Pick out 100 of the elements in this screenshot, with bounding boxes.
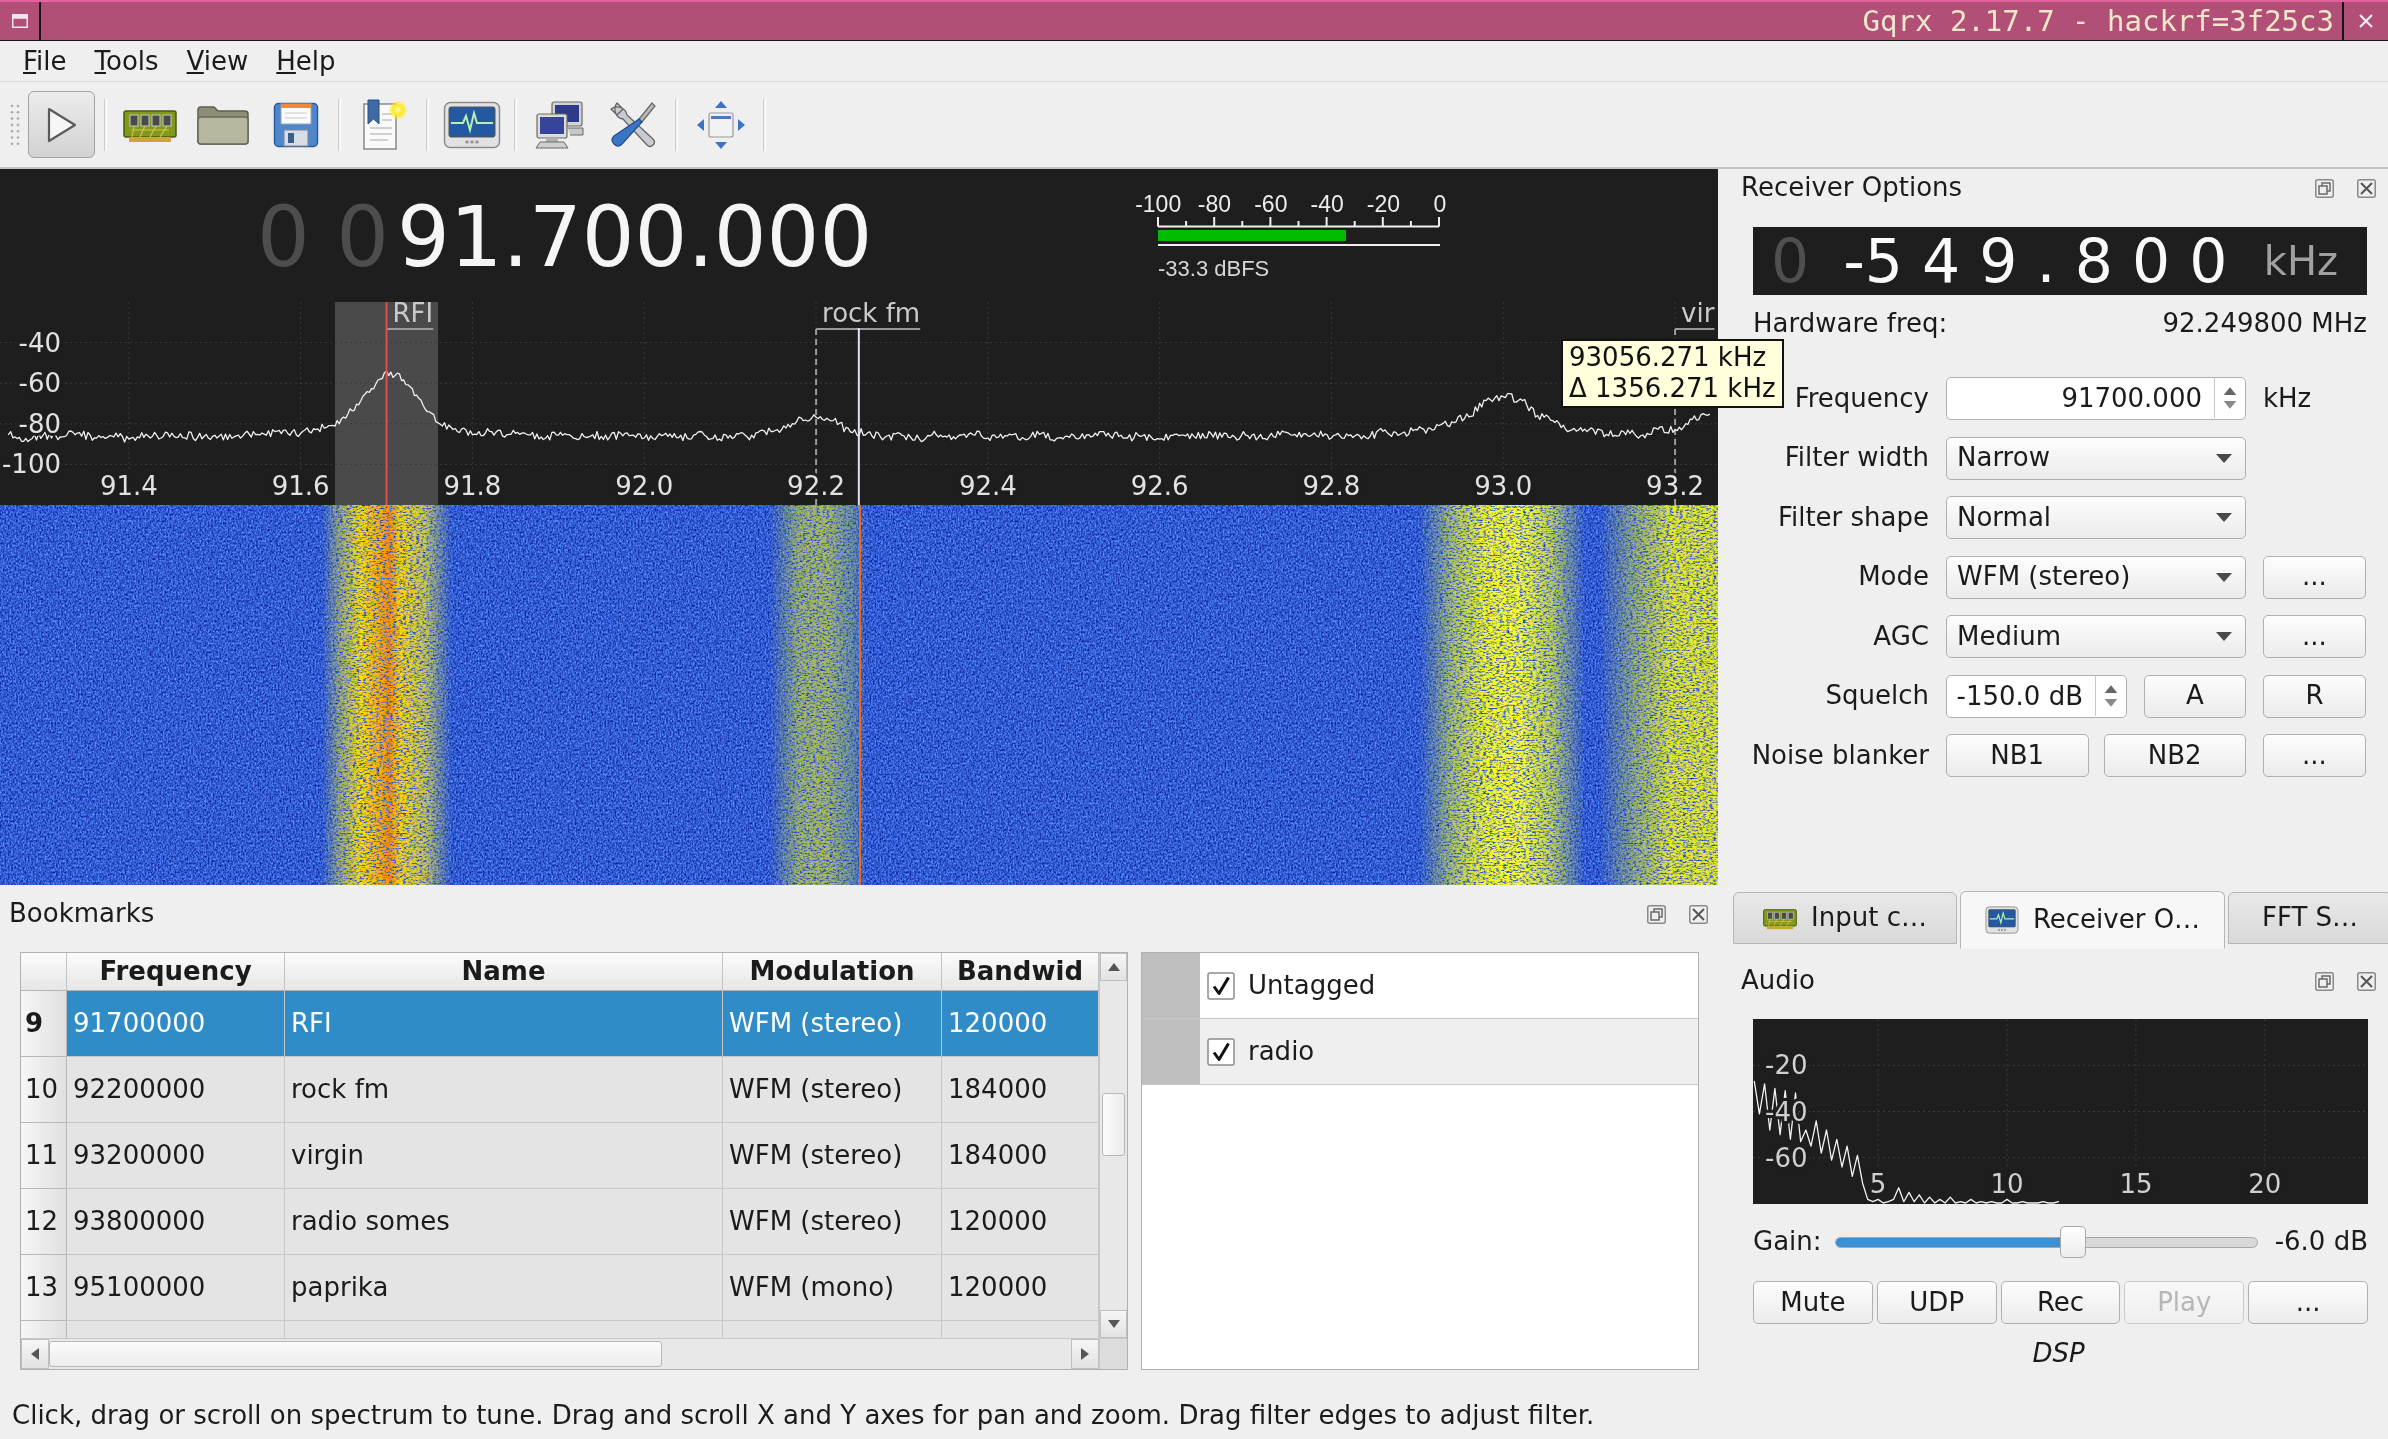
bookmark-label[interactable]: RFI [392, 302, 434, 328]
dock-title: Receiver Options [1741, 172, 1963, 204]
dropdown[interactable]: Medium [1946, 615, 2246, 658]
dropdown[interactable]: Normal [1946, 496, 2246, 539]
menu-item[interactable]: Tools [80, 43, 173, 79]
table-cell: paprika [285, 1255, 723, 1321]
caret-icon [2216, 572, 2232, 582]
table-row[interactable]: 93200000 virgin WFM (stereo) 184000 [67, 1123, 1099, 1189]
field-label: Filter width [1783, 442, 1929, 474]
column-header[interactable]: Bandwid [942, 953, 1099, 991]
field-label: Squelch [1824, 680, 1929, 712]
push-button[interactable]: NB2 [2103, 734, 2246, 777]
field-label: Filter shape [1776, 501, 1929, 534]
offset-digits[interactable]: -5 4 9 . 8 0 0 [1843, 231, 2228, 291]
table-row[interactable]: 91700000 RFI WFM (stereo) 120000 [67, 991, 1099, 1057]
scroll-left-icon[interactable] [30, 1347, 40, 1361]
monitor-waveform-icon [1984, 906, 2019, 934]
table-row[interactable]: 93800000 radio somes WFM (stereo) 120000 [67, 1189, 1099, 1255]
push-button[interactable]: UDP [1876, 1281, 1997, 1324]
play-button[interactable] [28, 91, 95, 158]
menu-item[interactable]: Help [262, 43, 350, 79]
push-button[interactable]: NB1 [1946, 734, 2089, 777]
dock-tab[interactable]: Input c… [1733, 892, 1957, 944]
row-header[interactable]: 11 [21, 1123, 67, 1189]
scroll-right-icon[interactable] [1080, 1347, 1090, 1361]
field-label: Noise blanker [1751, 739, 1929, 772]
scale-label: -80 [1196, 193, 1233, 215]
filter-band[interactable] [335, 302, 439, 505]
table-row[interactable]: 95100000 paprika WFM (mono) 120000 [67, 1255, 1099, 1321]
close-icon[interactable] [2357, 178, 2376, 198]
scale-label: -40 [1309, 193, 1345, 215]
dock-tab[interactable]: FFT S… [2228, 892, 2388, 944]
row-header[interactable]: 13 [21, 1255, 67, 1321]
axis-label: 10 [1990, 1169, 2024, 1199]
scroll-down-icon[interactable] [1106, 1319, 1121, 1329]
dropdown[interactable]: Narrow [1946, 436, 2246, 480]
spin-box[interactable]: 91700.000 [1946, 377, 2246, 420]
axis-label: 92.6 [1130, 471, 1189, 501]
column-header[interactable]: Modulation [723, 953, 942, 991]
scale-label: 0 [1432, 193, 1448, 215]
close-icon [2359, 14, 2373, 28]
axis-label: 92.2 [787, 471, 845, 501]
row-header[interactable]: 12 [21, 1189, 67, 1255]
dock-title: Bookmarks [9, 898, 155, 930]
bookmark-label[interactable]: vir [1681, 302, 1715, 328]
scale-label: -60 [1253, 193, 1289, 215]
menu-item[interactable]: View [172, 43, 263, 79]
dropdown[interactable]: WFM (stereo) [1946, 555, 2246, 599]
push-button[interactable]: Rec [2000, 1281, 2121, 1324]
axis-label: -60 [18, 368, 61, 399]
checkbox[interactable] [1207, 971, 1235, 1000]
restore-icon[interactable] [1647, 904, 1666, 924]
vertical-scrollbar[interactable] [1099, 953, 1127, 1338]
close-icon[interactable] [1689, 904, 1708, 924]
axis-label: 5 [1869, 1169, 1887, 1199]
scrollbar-handle[interactable] [49, 1341, 662, 1367]
push-button[interactable]: ... [2263, 734, 2366, 777]
axis-label: -80 [18, 408, 61, 439]
bookmark-label[interactable]: rock fm [822, 302, 921, 328]
window-icon [11, 14, 28, 28]
circuit-board-icon [1763, 906, 1798, 930]
monitor-waveform-icon [442, 100, 501, 149]
caret-icon [2216, 632, 2232, 641]
column-header[interactable]: Frequency [67, 953, 285, 991]
push-button[interactable]: R [2263, 674, 2366, 718]
table-row[interactable]: 92200000 rock fm WFM (stereo) 184000 [67, 1057, 1099, 1123]
scroll-up-icon[interactable] [1106, 962, 1121, 972]
bookmark-marker[interactable] [385, 328, 435, 330]
field-label: AGC [1872, 620, 1929, 653]
tag-label: radio [1248, 1035, 1315, 1068]
horizontal-scrollbar[interactable] [21, 1338, 1099, 1369]
status-text: Click, drag or scroll on spectrum to tune. Drag and scroll X and Y axes for pan and zoom. Drag filter edges to adjust filter. [12, 1400, 1595, 1432]
close-icon[interactable] [2357, 971, 2376, 991]
axis-label: -60 [1765, 1142, 1808, 1173]
slider-handle[interactable] [2060, 1226, 2087, 1258]
restore-icon[interactable] [2315, 178, 2334, 198]
restore-icon[interactable] [2315, 971, 2334, 991]
axis-label: 91.8 [443, 471, 502, 501]
frequency-digits[interactable]: 91.700.000 [397, 196, 873, 279]
push-button[interactable]: ... [2263, 615, 2366, 658]
unit-label: kHz [2263, 241, 2338, 281]
tag-row[interactable]: Untagged [1142, 953, 1698, 1019]
spin-box[interactable]: -150.0 dB [1946, 674, 2127, 718]
menu-item[interactable]: File [9, 43, 81, 79]
scrollbar-handle[interactable] [1102, 1093, 1125, 1156]
checkbox[interactable] [1207, 1037, 1235, 1066]
row-header[interactable]: 10 [21, 1057, 67, 1123]
push-button[interactable]: Mute [1753, 1281, 1873, 1324]
push-button: Play [2124, 1281, 2245, 1324]
push-button[interactable]: ... [2248, 1281, 2368, 1324]
push-button[interactable]: A [2144, 674, 2246, 718]
dock-tab[interactable]: Receiver O… [1960, 891, 2225, 949]
axis-label: 92.8 [1302, 471, 1361, 501]
row-header[interactable]: 9 [21, 991, 67, 1057]
computers-icon [533, 99, 586, 150]
column-header[interactable]: Name [285, 953, 723, 991]
tag-row[interactable]: radio [1142, 1019, 1698, 1085]
grip-icon[interactable] [10, 102, 20, 147]
push-button[interactable]: ... [2263, 555, 2366, 599]
field-label: Mode [1857, 561, 1929, 593]
